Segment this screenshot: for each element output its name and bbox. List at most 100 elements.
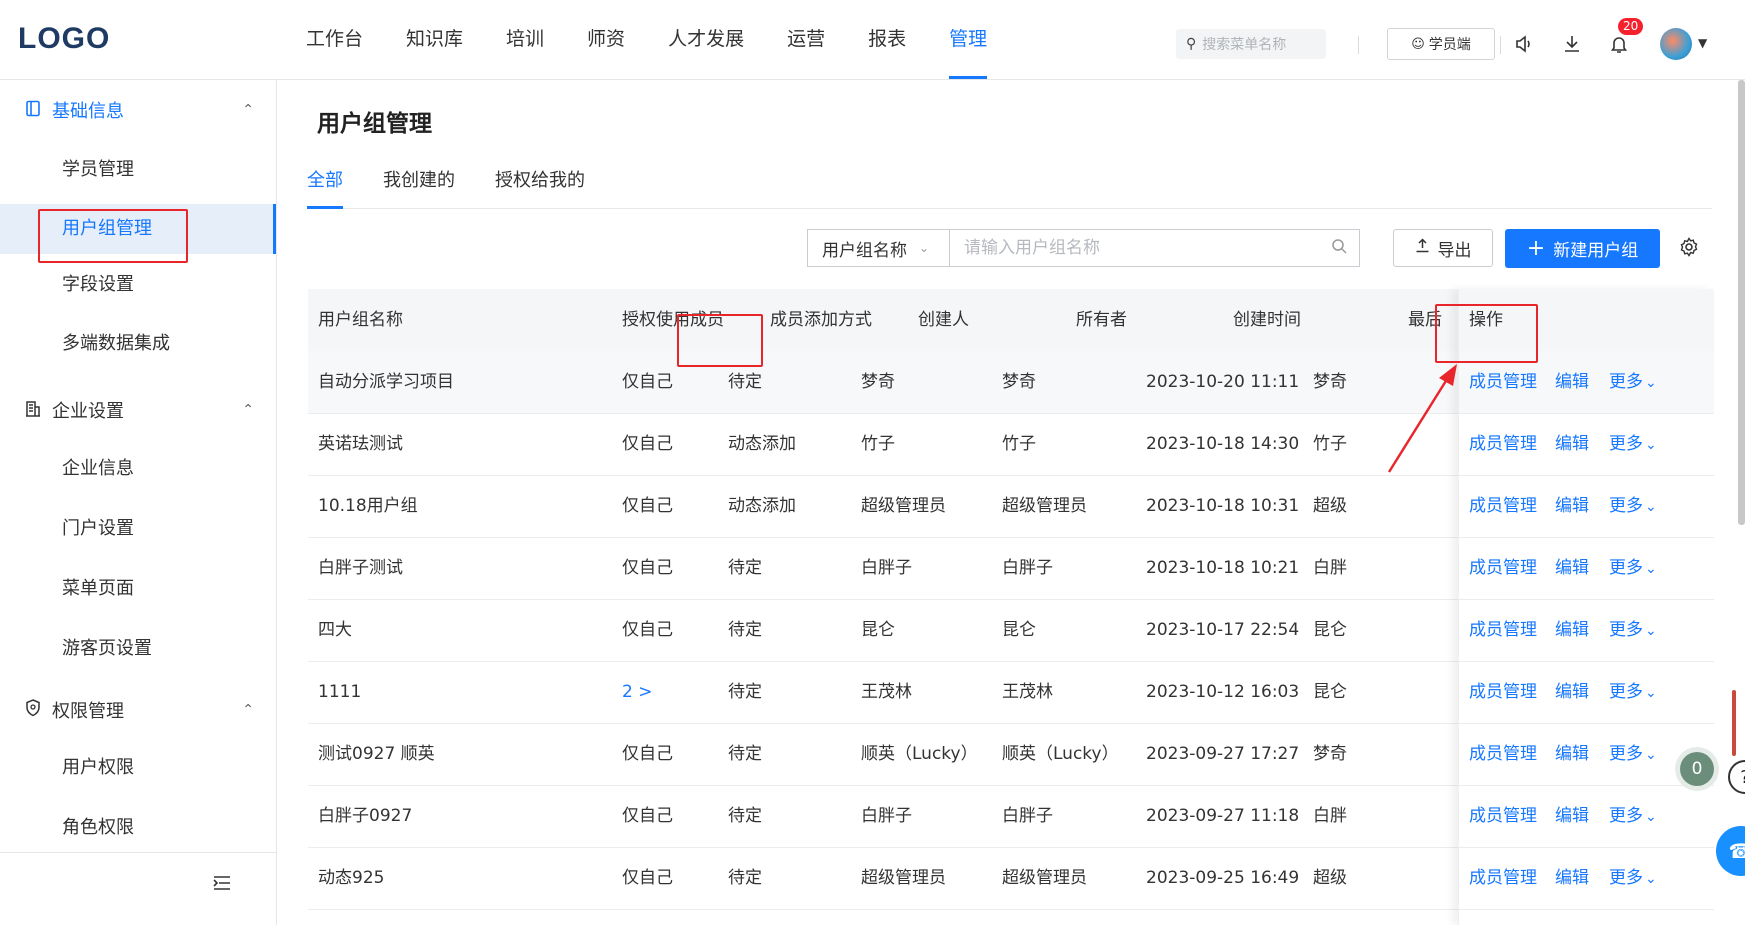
actions-row: 成员管理 编辑 更多 ⌄ [1459,723,1714,786]
edit-link[interactable]: 编辑 [1555,599,1589,661]
edit-link-label: 编辑 [1555,744,1589,764]
nav-item-knowledge[interactable]: 知识库 [406,0,463,79]
sidebar-item-fields[interactable]: 字段设置 [0,260,276,310]
nav-item-management[interactable]: 管理 [949,0,988,79]
more-dropdown[interactable]: 更多 ⌄ [1609,475,1657,537]
member-management-link[interactable]: 成员管理 [1469,847,1537,909]
cell-created-time: 2023-10-18 10:21 [1146,558,1300,578]
more-dropdown[interactable]: 更多 ⌄ [1609,599,1657,661]
filter-field-value: 用户组名称 [822,240,907,261]
edit-link[interactable]: 编辑 [1555,475,1589,537]
member-management-link[interactable]: 成员管理 [1469,723,1537,785]
tab-authorized-to-me[interactable]: 授权给我的 [495,162,585,208]
chevron-down-icon: ⌄ [1645,375,1657,391]
edit-link[interactable]: 编辑 [1555,413,1589,475]
sidebar-item-user-permissions[interactable]: 用户权限 [0,743,276,793]
chevron-down-icon: ⌄ [1645,809,1657,825]
caret-down-icon[interactable]: ▼ [1698,36,1707,50]
column-header-name: 用户组名称 [318,310,403,330]
bell-icon[interactable] [1607,32,1631,56]
more-dropdown[interactable]: 更多 ⌄ [1609,785,1657,847]
edit-link[interactable]: 编辑 [1555,847,1589,909]
member-management-link[interactable]: 成员管理 [1469,661,1537,723]
menu-search-input[interactable]: ⚲ 搜索菜单名称 [1176,29,1326,59]
gear-icon[interactable] [1679,237,1699,262]
cell-last: 梦奇 [1313,744,1347,764]
student-portal-button[interactable]: ☺ 学员端 [1387,28,1495,60]
member-management-link[interactable]: 成员管理 [1469,537,1537,599]
sidebar-group-basic-info[interactable]: 基础信息 ⌃ [0,80,276,140]
more-dropdown[interactable]: 更多 ⌄ [1609,413,1657,475]
edit-link[interactable]: 编辑 [1555,537,1589,599]
edit-link[interactable]: 编辑 [1555,723,1589,785]
new-user-group-button[interactable]: + 新建用户组 [1505,229,1660,268]
group-name-search-field[interactable] [949,229,1360,267]
sidebar-item-role-permissions[interactable]: 角色权限 [0,803,276,853]
filter-field-select[interactable]: 用户组名称 ⌄ [807,229,949,267]
export-button[interactable]: 导出 [1393,229,1493,267]
edit-link[interactable]: 编辑 [1555,785,1589,847]
cell-auth-members: 仅自己 [622,806,673,826]
sidebar-item-portal[interactable]: 门户设置 [0,504,276,554]
more-dropdown[interactable]: 更多 ⌄ [1609,723,1657,785]
more-dropdown-label: 更多 [1609,558,1643,578]
cell-creator: 顺英（Lucky） [861,744,978,764]
cell-auth-members[interactable]: 2 > [622,661,652,723]
speaker-icon[interactable] [1512,32,1536,56]
nav-item-operations[interactable]: 运营 [787,0,825,79]
nav-item-workbench[interactable]: 工作台 [306,0,363,79]
more-dropdown[interactable]: 更多 ⌄ [1609,351,1657,413]
cell-group-name: 白胖子测试 [318,558,403,578]
more-dropdown-label: 更多 [1609,620,1643,640]
group-name-search-input[interactable] [950,230,1331,266]
sidebar-item-students[interactable]: 学员管理 [0,145,276,195]
logo[interactable]: LOGO [18,22,110,56]
page-scrollbar[interactable] [1738,80,1745,525]
nav-item-talent[interactable]: 人才发展 [668,0,744,79]
member-management-link[interactable]: 成员管理 [1469,599,1537,661]
actions-row: 成员管理 编辑 更多 ⌄ [1459,785,1714,848]
member-management-link[interactable]: 成员管理 [1469,413,1537,475]
sidebar-item-guest-page[interactable]: 游客页设置 [0,624,276,674]
search-icon[interactable] [1331,238,1347,258]
nav-item-training[interactable]: 培训 [506,0,544,79]
more-dropdown[interactable]: 更多 ⌄ [1609,847,1657,909]
sidebar-group-company[interactable]: 企业设置 ⌃ [0,380,276,440]
nav-item-reports[interactable]: 报表 [868,0,906,79]
sidebar-item-company-info[interactable]: 企业信息 [0,444,276,494]
tab-all[interactable]: 全部 [307,162,343,209]
chevron-down-icon: ⌄ [1645,623,1657,639]
cell-created-time: 2023-09-27 17:27 [1146,744,1300,764]
cell-created-time: 2023-10-18 14:30 [1146,434,1300,454]
member-management-link-label: 成员管理 [1469,868,1537,888]
member-management-link[interactable]: 成员管理 [1469,475,1537,537]
edit-link[interactable]: 编辑 [1555,661,1589,723]
collapse-sidebar-icon[interactable] [213,875,231,896]
member-management-link[interactable]: 成员管理 [1469,785,1537,847]
edit-link-label: 编辑 [1555,496,1589,516]
cell-created-time: 2023-10-17 22:54 [1146,620,1300,640]
member-management-link-label: 成员管理 [1469,744,1537,764]
avatar[interactable] [1660,28,1692,60]
sidebar-group-permissions[interactable]: 权限管理 ⌃ [0,680,276,740]
member-management-link-label: 成员管理 [1469,806,1537,826]
download-icon[interactable] [1560,32,1584,56]
cell-last: 昆仑 [1313,682,1347,702]
sidebar-footer [0,852,276,925]
user-icon: ☺ [1411,36,1425,52]
more-dropdown-label: 更多 [1609,682,1643,702]
more-dropdown[interactable]: 更多 ⌄ [1609,661,1657,723]
more-dropdown[interactable]: 更多 ⌄ [1609,537,1657,599]
floating-count-badge[interactable]: 0 [1680,752,1714,786]
sidebar-item-data-integration[interactable]: 多端数据集成 [0,319,276,369]
edit-link[interactable]: 编辑 [1555,351,1589,413]
cell-creator: 超级管理员 [861,868,946,888]
tab-created-by-me[interactable]: 我创建的 [383,162,455,208]
cell-owner: 梦奇 [1002,372,1036,392]
nav-item-teachers[interactable]: 师资 [587,0,625,79]
edit-link-label: 编辑 [1555,620,1589,640]
annotation-arrow [1387,364,1457,473]
cell-group-name: 英诺珐测试 [318,434,403,454]
sidebar-item-menu-pages[interactable]: 菜单页面 [0,564,276,614]
chevron-down-icon: ⌄ [1645,437,1657,453]
